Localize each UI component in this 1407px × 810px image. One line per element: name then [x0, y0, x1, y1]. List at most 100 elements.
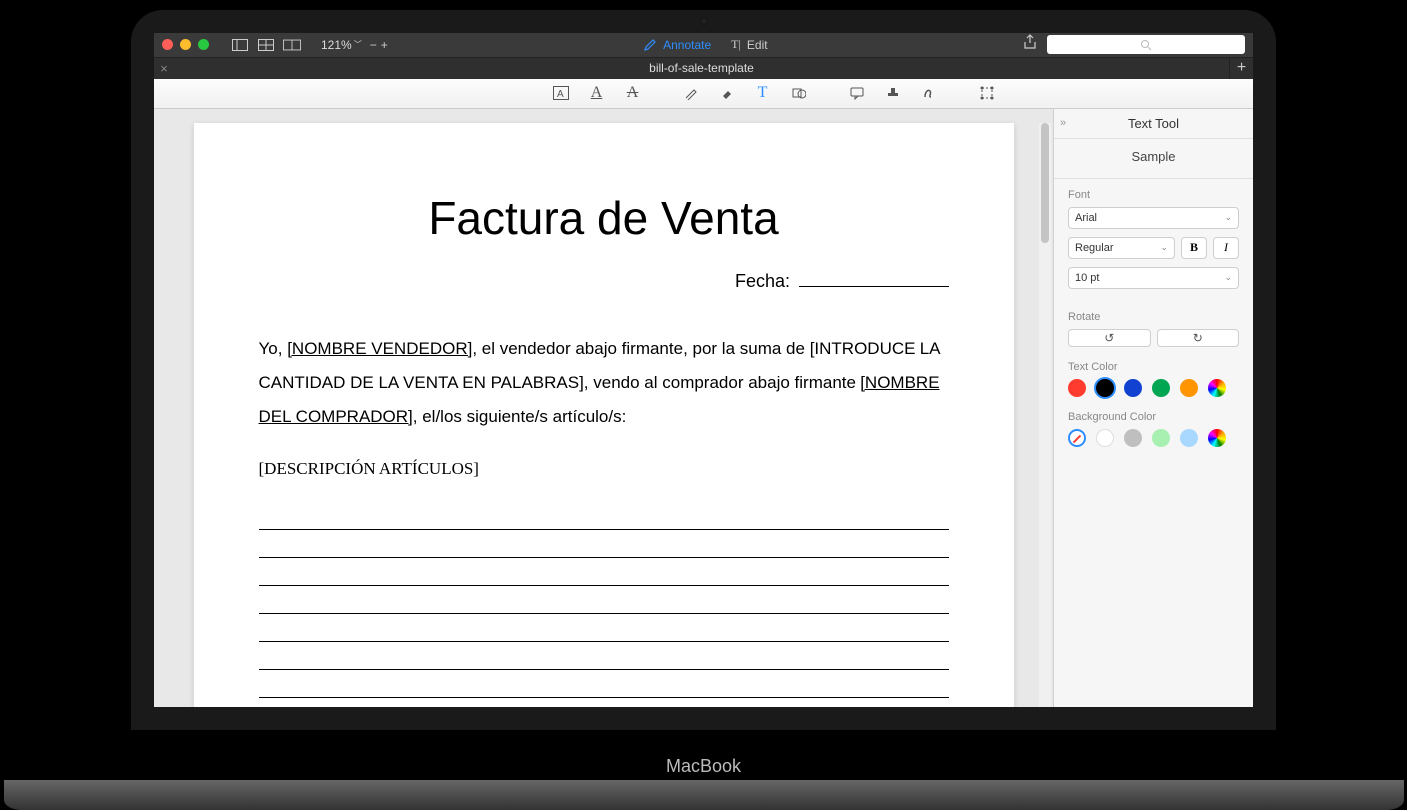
- sidebar-layout-icon[interactable]: [231, 38, 249, 52]
- font-size-value: 10 pt: [1075, 272, 1099, 284]
- svg-text:A: A: [557, 89, 564, 100]
- annotation-toolbar: A A A T: [154, 79, 1253, 109]
- tab-bar: × bill-of-sale-template +: [154, 57, 1253, 79]
- macbook-base: MacBook: [4, 780, 1404, 810]
- share-button[interactable]: [1023, 34, 1037, 55]
- font-size-select[interactable]: 10 pt ⌄: [1068, 267, 1239, 289]
- zoom-out-button[interactable]: −: [370, 38, 377, 52]
- vertical-scrollbar[interactable]: [1039, 123, 1051, 707]
- text-color-swatch-red[interactable]: [1068, 379, 1086, 397]
- font-panel: Font Arial ⌄ Regular ⌄: [1054, 189, 1253, 311]
- body-paragraph: Yo, [NOMBRE VENDEDOR], el vendedor abajo…: [259, 332, 949, 434]
- search-input[interactable]: [1047, 35, 1245, 54]
- bg-color-swatch-white[interactable]: [1096, 429, 1114, 447]
- text-color-swatch-green[interactable]: [1152, 379, 1170, 397]
- add-tab-button[interactable]: +: [1229, 57, 1253, 79]
- app-window: 121% ﹀ − + Annotate T| Edit: [154, 33, 1253, 707]
- strikethrough-text-tool[interactable]: A: [624, 84, 642, 102]
- note-tool[interactable]: [848, 84, 866, 102]
- body-text-segment: , el vendedor abajo firmante, por la sum…: [472, 339, 915, 358]
- signature-tool[interactable]: [920, 84, 938, 102]
- close-tab-button[interactable]: ×: [154, 58, 174, 78]
- rotate-panel: Rotate ↺ ↻: [1054, 311, 1253, 361]
- selection-tool[interactable]: [978, 84, 996, 102]
- blank-line: [259, 642, 949, 670]
- pencil-icon: [643, 38, 657, 52]
- titlebar: 121% ﹀ − + Annotate T| Edit: [154, 33, 1253, 57]
- text-cursor-icon: T|: [731, 37, 741, 52]
- font-style-select[interactable]: Regular ⌄: [1068, 237, 1175, 259]
- blank-line: [259, 530, 949, 558]
- text-tool[interactable]: T: [754, 84, 772, 102]
- stamp-tool[interactable]: [884, 84, 902, 102]
- close-window-button[interactable]: [162, 39, 173, 50]
- description-blank-lines: [259, 502, 949, 698]
- annotate-label: Annotate: [663, 38, 711, 52]
- zoom-value: 121%: [321, 38, 352, 52]
- macbook-frame: 121% ﹀ − + Annotate T| Edit: [131, 10, 1276, 800]
- eraser-tool[interactable]: [718, 84, 736, 102]
- bg-color-swatch-green[interactable]: [1152, 429, 1170, 447]
- bg-color-swatch-blue[interactable]: [1180, 429, 1198, 447]
- shape-tool[interactable]: [790, 84, 808, 102]
- chevron-down-icon: ⌄: [1160, 242, 1168, 253]
- seller-name-placeholder: [NOMBRE VENDEDOR]: [287, 339, 472, 358]
- italic-button[interactable]: I: [1213, 237, 1239, 259]
- chevron-down-icon: ⌄: [1224, 212, 1232, 223]
- blank-line: [259, 670, 949, 698]
- sidebar-header: » Text Tool: [1054, 109, 1253, 139]
- bg-color-picker-button[interactable]: [1208, 429, 1226, 447]
- zoom-dropdown[interactable]: 121% ﹀: [321, 38, 362, 52]
- body-text-segment: Yo,: [259, 339, 288, 358]
- blank-line: [259, 614, 949, 642]
- edit-label: Edit: [747, 38, 768, 52]
- search-icon: [1140, 39, 1152, 51]
- highlight-text-tool[interactable]: A: [588, 84, 606, 102]
- document-page: Factura de Venta Fecha: Yo, [NOMBRE VEND…: [194, 123, 1014, 707]
- font-label: Font: [1068, 189, 1239, 201]
- inspector-sidebar: » Text Tool Sample Font Arial ⌄: [1053, 109, 1253, 707]
- font-family-value: Arial: [1075, 212, 1097, 224]
- document-viewport[interactable]: Factura de Venta Fecha: Yo, [NOMBRE VEND…: [154, 109, 1053, 707]
- blank-line: [259, 586, 949, 614]
- document-title: Factura de Venta: [259, 191, 949, 245]
- rotate-label: Rotate: [1068, 311, 1239, 323]
- text-color-label: Text Color: [1068, 361, 1239, 373]
- text-color-swatch-orange[interactable]: [1180, 379, 1198, 397]
- screen-frame: 121% ﹀ − + Annotate T| Edit: [131, 10, 1276, 730]
- description-label: [DESCRIPCIÓN ARTÍCULOS]: [259, 452, 949, 486]
- rotate-ccw-button[interactable]: ↺: [1068, 329, 1151, 347]
- text-color-picker-button[interactable]: [1208, 379, 1226, 397]
- edit-mode-button[interactable]: T| Edit: [731, 37, 767, 52]
- text-color-swatch-blue[interactable]: [1124, 379, 1142, 397]
- sidebar-title: Text Tool: [1128, 116, 1179, 131]
- bg-color-label: Background Color: [1068, 411, 1239, 423]
- text-style-tool[interactable]: A: [552, 84, 570, 102]
- sample-preview: Sample: [1054, 139, 1253, 178]
- bold-button[interactable]: B: [1181, 237, 1207, 259]
- grid-layout-icon[interactable]: [257, 38, 275, 52]
- annotate-mode-button[interactable]: Annotate: [643, 37, 711, 52]
- maximize-window-button[interactable]: [198, 39, 209, 50]
- blank-line: [259, 558, 949, 586]
- two-page-layout-icon[interactable]: [283, 38, 301, 52]
- bg-color-swatch-none[interactable]: [1068, 429, 1086, 447]
- collapse-sidebar-icon[interactable]: »: [1060, 117, 1066, 129]
- chevron-down-icon: ﹀: [354, 39, 362, 50]
- text-color-panel: Text Color: [1054, 361, 1253, 411]
- macbook-label: MacBook: [666, 756, 741, 777]
- text-color-swatch-black[interactable]: [1096, 379, 1114, 397]
- zoom-in-button[interactable]: +: [381, 38, 388, 52]
- camera-dot: [700, 17, 708, 25]
- view-mode-icons: [231, 38, 301, 52]
- chevron-down-icon: ⌄: [1224, 272, 1232, 283]
- traffic-lights: [162, 39, 209, 50]
- draw-tool[interactable]: [682, 84, 700, 102]
- body-text-segment: , el/los siguiente/s artículo/s:: [413, 407, 627, 426]
- rotate-cw-button[interactable]: ↻: [1157, 329, 1240, 347]
- font-family-select[interactable]: Arial ⌄: [1068, 207, 1239, 229]
- bg-color-swatch-gray[interactable]: [1124, 429, 1142, 447]
- minimize-window-button[interactable]: [180, 39, 191, 50]
- font-style-value: Regular: [1075, 242, 1114, 254]
- tab-title[interactable]: bill-of-sale-template: [174, 61, 1229, 75]
